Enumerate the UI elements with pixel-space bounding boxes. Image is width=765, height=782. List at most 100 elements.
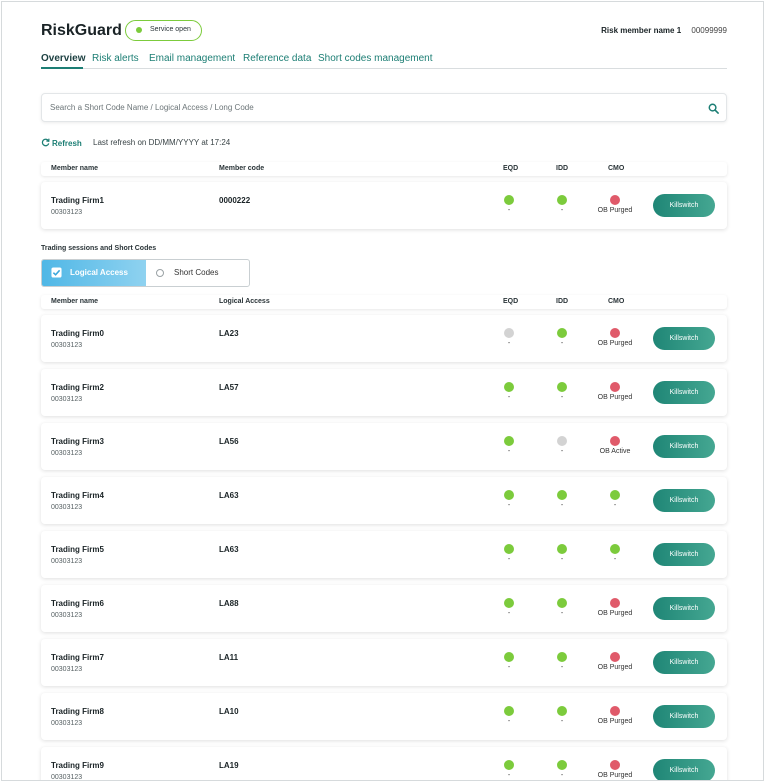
status-dot-icon [557, 195, 567, 205]
status-eqd: - [484, 760, 534, 779]
member-name: Trading Firm4 [51, 491, 104, 500]
service-status-badge: Service open [125, 20, 202, 41]
status-dot-icon [504, 760, 514, 770]
status-idd-label: - [560, 394, 564, 401]
col-logical-access: Logical Access [219, 298, 270, 305]
status-eqd-label: - [507, 610, 511, 617]
brand-logo: RiskGuard [41, 22, 122, 39]
killswitch-button[interactable]: Killswitch [653, 597, 715, 620]
member-id: 00303123 [51, 666, 83, 673]
status-dot-icon [557, 544, 567, 554]
status-eqd-label: - [507, 502, 511, 509]
member-name: Trading Firm8 [51, 707, 104, 716]
status-dot-icon [504, 652, 514, 662]
status-dot-icon [610, 652, 620, 662]
member-code: 0000222 [219, 196, 251, 205]
status-idd: - [537, 652, 587, 671]
status-idd: - [537, 490, 587, 509]
col-eqd: EQD [503, 165, 519, 172]
status-dot-icon [557, 490, 567, 500]
status-cmo-label: OB Purged [597, 394, 633, 401]
status-dot-icon [504, 544, 514, 554]
table-row: Trading Firm5 00303123 LA63 - - - Killsw… [41, 531, 727, 578]
member-id: 00303123 [51, 342, 83, 349]
status-cmo: OB Active [590, 436, 640, 455]
status-dot-icon [610, 544, 620, 554]
logical-access-code: LA88 [219, 599, 239, 608]
refresh-button[interactable]: Refresh [41, 138, 82, 148]
status-dot-icon [557, 760, 567, 770]
logical-access-code: LA63 [219, 545, 239, 554]
status-idd: - [537, 382, 587, 401]
status-cmo: OB Purged [590, 382, 640, 401]
status-dot-icon [557, 328, 567, 338]
member-name: Risk member name 1 [601, 26, 682, 35]
status-cmo-label: - [613, 502, 617, 509]
tab-overview[interactable]: Overview [41, 53, 85, 64]
table-row: Trading Firm9 00303123 LA19 - - OB Purge… [41, 747, 727, 781]
member-id: 00303123 [51, 450, 83, 457]
nav-tabs: Overview Risk alerts Email management Re… [41, 52, 727, 69]
status-idd: - [537, 706, 587, 725]
killswitch-button[interactable]: Killswitch [653, 543, 715, 566]
tab-email-management[interactable]: Email management [149, 53, 235, 64]
status-idd-label: - [560, 718, 564, 725]
member-id: 00303123 [51, 720, 83, 727]
tab-risk-alerts[interactable]: Risk alerts [92, 53, 139, 64]
active-tab-indicator [41, 67, 83, 69]
section-label: Trading sessions and Short Codes [41, 245, 157, 252]
status-cmo: OB Purged [590, 328, 640, 347]
status-eqd: - [484, 652, 534, 671]
status-idd-label: - [560, 340, 564, 347]
view-toggle: Logical Access Short Codes [41, 259, 250, 287]
toggle-logical-access[interactable]: Logical Access [42, 260, 146, 286]
status-cmo: OB Purged [590, 706, 640, 725]
status-dot-icon [610, 382, 620, 392]
status-dot-icon [557, 382, 567, 392]
status-cmo: OB Purged [590, 598, 640, 617]
app-frame: RiskGuard Service open Risk member name … [1, 1, 764, 781]
logical-access-code: LA63 [219, 491, 239, 500]
status-eqd: - [484, 328, 534, 347]
status-dot-icon [557, 706, 567, 716]
col-idd: IDD [556, 165, 569, 172]
member-name: Trading Firm9 [51, 761, 104, 770]
status-cmo-label: OB Purged [597, 207, 633, 214]
member-id: 00303123 [51, 774, 83, 781]
search-icon[interactable] [708, 103, 719, 114]
status-cmo-label: OB Purged [597, 610, 633, 617]
tab-short-codes-management[interactable]: Short codes management [318, 53, 433, 64]
status-idd-label: - [560, 772, 564, 779]
killswitch-button[interactable]: Killswitch [653, 435, 715, 458]
status-idd-label: - [560, 664, 564, 671]
status-eqd-label: - [507, 718, 511, 725]
status-dot-icon [557, 436, 567, 446]
table-row: Trading Firm0 00303123 LA23 - - OB Purge… [41, 315, 727, 362]
status-cmo-label: OB Purged [597, 718, 633, 725]
killswitch-button[interactable]: Killswitch [653, 381, 715, 404]
search-bar [41, 93, 727, 122]
killswitch-button[interactable]: Killswitch [653, 651, 715, 674]
logical-access-code: LA19 [219, 761, 239, 770]
killswitch-button[interactable]: Killswitch [653, 705, 715, 728]
member-id: 00303123 [51, 612, 83, 619]
status-idd: - [537, 544, 587, 563]
tab-reference-data[interactable]: Reference data [243, 53, 311, 64]
status-dot-icon [504, 598, 514, 608]
status-dot-icon [610, 436, 620, 446]
col-cmo: CMO [608, 298, 625, 305]
table-row: Trading Firm4 00303123 LA63 - - - Killsw… [41, 477, 727, 524]
member-name: Trading Firm3 [51, 437, 104, 446]
status-dot-icon [610, 706, 620, 716]
status-idd-label: - [560, 556, 564, 563]
killswitch-button[interactable]: Killswitch [653, 194, 715, 217]
search-input[interactable] [42, 94, 726, 121]
status-dot-icon [557, 598, 567, 608]
status-idd-label: - [560, 610, 564, 617]
status-eqd-label: - [507, 664, 511, 671]
killswitch-button[interactable]: Killswitch [653, 759, 715, 780]
killswitch-button[interactable]: Killswitch [653, 489, 715, 512]
toggle-short-codes[interactable]: Short Codes [146, 260, 249, 286]
status-cmo-label: OB Purged [597, 664, 633, 671]
killswitch-button[interactable]: Killswitch [653, 327, 715, 350]
